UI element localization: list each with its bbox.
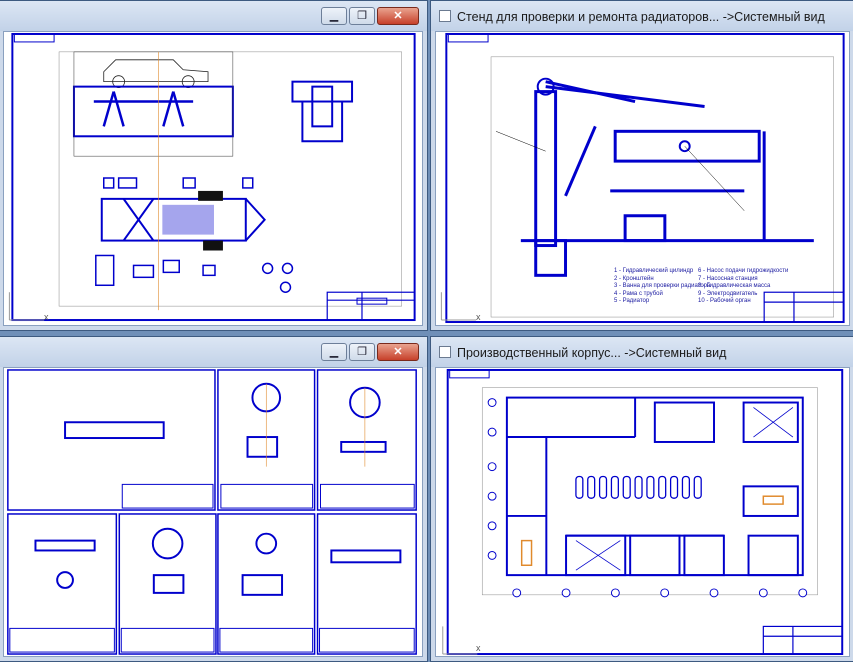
window-building-plan[interactable]: Производственный корпус... ->Системный в…	[430, 336, 853, 662]
coord-axis-label: x	[476, 312, 481, 322]
drawing-sheet	[8, 32, 416, 322]
window-title: Производственный корпус... ->Системный в…	[457, 346, 727, 360]
app-document-icon	[439, 10, 451, 22]
maximize-icon[interactable]: ❐	[349, 7, 375, 25]
drawing-sheet-grid	[7, 369, 417, 655]
car-drawing	[103, 59, 209, 89]
legend-item: 2 - Кронштейн	[614, 275, 654, 282]
maximize-icon[interactable]: ❐	[349, 343, 375, 361]
window-drawing-bottom-left[interactable]: ▁ ❐ ✕	[0, 336, 428, 662]
drawing-canvas[interactable]: 1 - Гидравлический цилиндр 2 - Кронштейн…	[435, 31, 850, 326]
coord-axis-label: x	[44, 312, 49, 322]
legend-item: 5 - Радиатор	[614, 298, 650, 304]
building-walls	[505, 396, 804, 577]
legend-item: 9 - Электродвигатель	[698, 290, 758, 297]
window-controls: ▁ ❐ ✕	[319, 7, 419, 25]
window-stand-drawing[interactable]: Стенд для проверки и ремонта радиаторов.…	[430, 0, 853, 331]
close-icon[interactable]: ✕	[377, 343, 419, 361]
window-title: Стенд для проверки и ремонта радиаторов.…	[457, 10, 825, 24]
window-titlebar[interactable]: ▁ ❐ ✕	[0, 1, 427, 31]
close-icon[interactable]: ✕	[377, 7, 419, 25]
legend-item: 1 - Гидравлический цилиндр	[614, 268, 694, 274]
app-document-icon	[439, 346, 451, 358]
drawing-canvas[interactable]: x	[435, 367, 850, 657]
minimize-icon[interactable]: ▁	[321, 343, 347, 361]
drawing-sheet	[442, 368, 844, 656]
coord-axis-label: x	[476, 643, 481, 653]
legend-item: 4 - Рама с трубой	[614, 290, 663, 297]
window-titlebar[interactable]: ▁ ❐ ✕	[0, 337, 427, 367]
window-controls: ▁ ❐ ✕	[319, 343, 419, 361]
legend-item: 8 - Гидравлическая масса	[698, 283, 771, 289]
minimize-icon[interactable]: ▁	[321, 7, 347, 25]
legend-item: 10 - Рабочий орган	[698, 298, 751, 304]
window-titlebar[interactable]: Производственный корпус... ->Системный в…	[431, 337, 853, 367]
stand-legend-col1: 1 - Гидравлический цилиндр 2 - Кронштейн…	[614, 268, 710, 306]
window-titlebar[interactable]: Стенд для проверки и ремонта радиаторов.…	[431, 1, 853, 31]
stand-legend-col2: 6 - Насос подачи гидрожидкости 7 - Насос…	[698, 268, 788, 306]
legend-item: 7 - Насосная станция	[698, 275, 758, 282]
legend-item: 6 - Насос подачи гидрожидкости	[698, 268, 789, 274]
drawing-canvas[interactable]: x	[3, 31, 423, 326]
stand-machine	[520, 80, 814, 277]
drawing-canvas[interactable]	[3, 367, 423, 657]
window-drawing-top-left[interactable]: ▁ ❐ ✕ x	[0, 0, 428, 331]
legend-item: 3 - Ванна для проверки радиатора	[614, 283, 711, 289]
